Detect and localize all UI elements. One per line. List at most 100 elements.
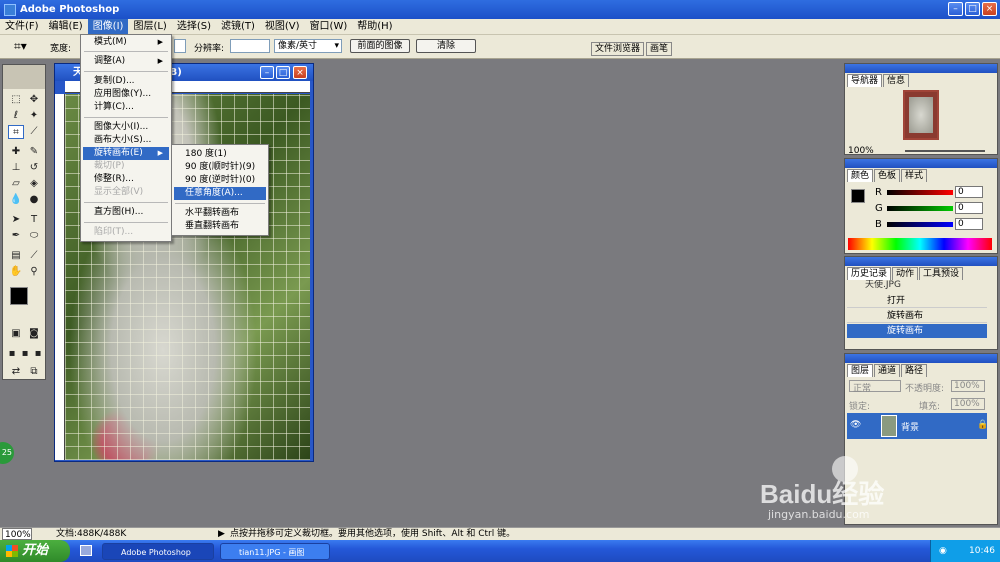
move-tool-icon[interactable]: ✥ bbox=[26, 93, 42, 107]
screen-mode-1-icon[interactable]: ▪ bbox=[6, 347, 18, 361]
fg-color-chip[interactable] bbox=[851, 189, 865, 203]
image-menu-item-crop[interactable]: 裁切(P) bbox=[83, 160, 169, 173]
paint-bucket-icon[interactable]: ◈ bbox=[26, 177, 42, 191]
rotate-180-item[interactable]: 180 度(1) bbox=[174, 148, 266, 161]
notes-tool-icon[interactable]: ▤ bbox=[8, 249, 24, 263]
quick-mask-icon[interactable]: ◙ bbox=[26, 327, 42, 341]
rotate-90-cw-item[interactable]: 90 度(顺时针)(9) bbox=[174, 161, 266, 174]
b-value[interactable]: 0 bbox=[955, 218, 983, 230]
height-input[interactable] bbox=[174, 39, 186, 53]
layer-row-background[interactable]: 👁 背景 🔒 bbox=[847, 413, 988, 439]
lasso-tool-icon[interactable]: ℓ bbox=[8, 109, 24, 123]
doc-minimize-button[interactable]: – bbox=[260, 66, 274, 79]
layer-visibility-eye-icon[interactable]: 👁 bbox=[850, 420, 861, 430]
menu-view[interactable]: 视图(V) bbox=[260, 19, 305, 35]
opacity-value[interactable]: 100% bbox=[951, 380, 985, 392]
marquee-tool-icon[interactable]: ⬚ bbox=[8, 93, 24, 107]
rotate-arbitrary-item[interactable]: 任意角度(A)... bbox=[174, 187, 266, 200]
front-image-button[interactable]: 前面的图像 bbox=[350, 39, 410, 53]
show-desktop-icon[interactable] bbox=[80, 545, 92, 556]
tab-tool-presets[interactable]: 工具预设 bbox=[919, 267, 964, 280]
type-tool-icon[interactable]: T bbox=[26, 213, 42, 227]
menu-image[interactable]: 图像(I) bbox=[87, 18, 129, 35]
screen-mode-2-icon[interactable]: ▪ bbox=[19, 347, 31, 361]
fill-value[interactable]: 100% bbox=[951, 398, 985, 410]
start-button[interactable]: 开始 bbox=[0, 540, 70, 562]
healing-brush-icon[interactable]: ✚ bbox=[8, 145, 24, 159]
crop-tool-icon[interactable]: ⌗▾ bbox=[14, 39, 27, 54]
b-slider[interactable] bbox=[887, 222, 953, 227]
navigator-zoom-value[interactable]: 100% bbox=[848, 146, 874, 156]
image-menu-item-adjust[interactable]: 调整(A) ▶ bbox=[83, 55, 169, 68]
image-menu-item-image-size[interactable]: 图像大小(I)... bbox=[83, 121, 169, 134]
image-menu-item-duplicate[interactable]: 复制(D)... bbox=[83, 75, 169, 88]
tray-icon[interactable]: ◉ bbox=[939, 540, 947, 562]
maximize-button[interactable]: □ bbox=[965, 2, 980, 16]
menu-file[interactable]: 文件(F) bbox=[0, 19, 44, 35]
r-value[interactable]: 0 bbox=[955, 186, 983, 198]
image-menu-item-trap[interactable]: 陷印(T)... bbox=[83, 226, 169, 239]
clone-stamp-icon[interactable]: ⊥ bbox=[8, 161, 24, 175]
r-slider[interactable] bbox=[887, 190, 953, 195]
tab-paths[interactable]: 路径 bbox=[901, 364, 928, 377]
g-slider[interactable] bbox=[887, 206, 953, 211]
navigator-thumbnail[interactable] bbox=[903, 90, 939, 140]
history-item-open[interactable]: 打开 bbox=[847, 294, 987, 308]
brushes-tab[interactable]: 画笔 bbox=[646, 42, 673, 56]
history-snapshot[interactable]: 天使.JPG bbox=[865, 280, 985, 292]
shape-tool-icon[interactable]: ⬭ bbox=[26, 229, 42, 243]
image-menu-item-apply-image[interactable]: 应用图像(Y)... bbox=[83, 88, 169, 101]
g-value[interactable]: 0 bbox=[955, 202, 983, 214]
image-menu-item-calculations[interactable]: 计算(C)... bbox=[83, 101, 169, 114]
blend-mode-select[interactable]: 正常 bbox=[849, 380, 901, 394]
menu-select[interactable]: 选择(S) bbox=[172, 19, 216, 35]
pen-tool-icon[interactable]: ✒ bbox=[8, 229, 24, 243]
brush-tool-icon[interactable]: ✎ bbox=[26, 145, 42, 159]
hand-tool-icon[interactable]: ✋ bbox=[8, 265, 24, 279]
status-doc-info[interactable]: 文档:488K/488K bbox=[56, 528, 126, 540]
tab-actions[interactable]: 动作 bbox=[892, 267, 919, 280]
tab-swatches[interactable]: 色板 bbox=[874, 169, 901, 182]
image-menu-item-rotate-canvas[interactable]: 旋转画布(E) ▶ bbox=[83, 147, 169, 160]
tab-styles[interactable]: 样式 bbox=[901, 169, 928, 182]
menu-layer[interactable]: 图层(L) bbox=[128, 19, 171, 35]
history-item-rotate-1[interactable]: 旋转画布 bbox=[847, 309, 987, 323]
image-menu-item-canvas-size[interactable]: 画布大小(S)... bbox=[83, 134, 169, 147]
image-menu-item-mode[interactable]: 模式(M) ▶ bbox=[83, 36, 169, 49]
close-button[interactable]: × bbox=[982, 2, 997, 16]
eraser-tool-icon[interactable]: ▱ bbox=[8, 177, 24, 191]
resolution-input[interactable] bbox=[230, 39, 270, 53]
image-menu-item-reveal-all[interactable]: 显示全部(V) bbox=[83, 186, 169, 199]
dodge-tool-icon[interactable]: ● bbox=[26, 193, 42, 207]
menu-filter[interactable]: 滤镜(T) bbox=[216, 19, 260, 35]
history-brush-icon[interactable]: ↺ bbox=[26, 161, 42, 175]
jump-to-imageready-icon[interactable]: ⇄ bbox=[8, 365, 24, 379]
path-select-icon[interactable]: ➤ bbox=[8, 213, 24, 227]
zoom-tool-icon[interactable]: ⚲ bbox=[26, 265, 42, 279]
eyedropper-icon[interactable]: ⟋ bbox=[26, 249, 42, 263]
task-photoshop[interactable]: Adobe Photoshop bbox=[102, 543, 214, 560]
imageready-icon[interactable]: ⧉ bbox=[26, 365, 42, 379]
tab-history[interactable]: 历史记录 bbox=[847, 267, 892, 280]
flip-vertical-item[interactable]: 垂直翻转画布 bbox=[174, 220, 266, 233]
blur-tool-icon[interactable]: 💧 bbox=[8, 193, 24, 207]
minimize-button[interactable]: – bbox=[948, 2, 963, 16]
task-paint[interactable]: tian11.JPG - 画图 bbox=[220, 543, 330, 560]
tab-channels[interactable]: 通道 bbox=[874, 364, 901, 377]
tab-layers[interactable]: 图层 bbox=[847, 364, 874, 377]
screen-mode-3-icon[interactable]: ▪ bbox=[32, 347, 44, 361]
units-select[interactable]: 像素/英寸 ▾ bbox=[274, 39, 342, 53]
clear-button[interactable]: 清除 bbox=[416, 39, 476, 53]
flip-horizontal-item[interactable]: 水平翻转画布 bbox=[174, 207, 266, 220]
rotate-90-ccw-item[interactable]: 90 度(逆时针)(0) bbox=[174, 174, 266, 187]
color-ramp[interactable] bbox=[848, 238, 992, 250]
doc-maximize-button[interactable]: □ bbox=[276, 66, 290, 79]
standard-mode-icon[interactable]: ▣ bbox=[8, 327, 24, 341]
doc-close-button[interactable]: × bbox=[293, 66, 307, 79]
image-menu-item-histogram[interactable]: 直方图(H)... bbox=[83, 206, 169, 219]
status-zoom[interactable]: 100% bbox=[2, 528, 32, 540]
magic-wand-icon[interactable]: ✦ bbox=[26, 109, 42, 123]
menu-help[interactable]: 帮助(H) bbox=[352, 19, 397, 35]
tab-navigator[interactable]: 导航器 bbox=[847, 74, 883, 87]
slice-tool-icon[interactable]: ⟋ bbox=[26, 125, 42, 139]
